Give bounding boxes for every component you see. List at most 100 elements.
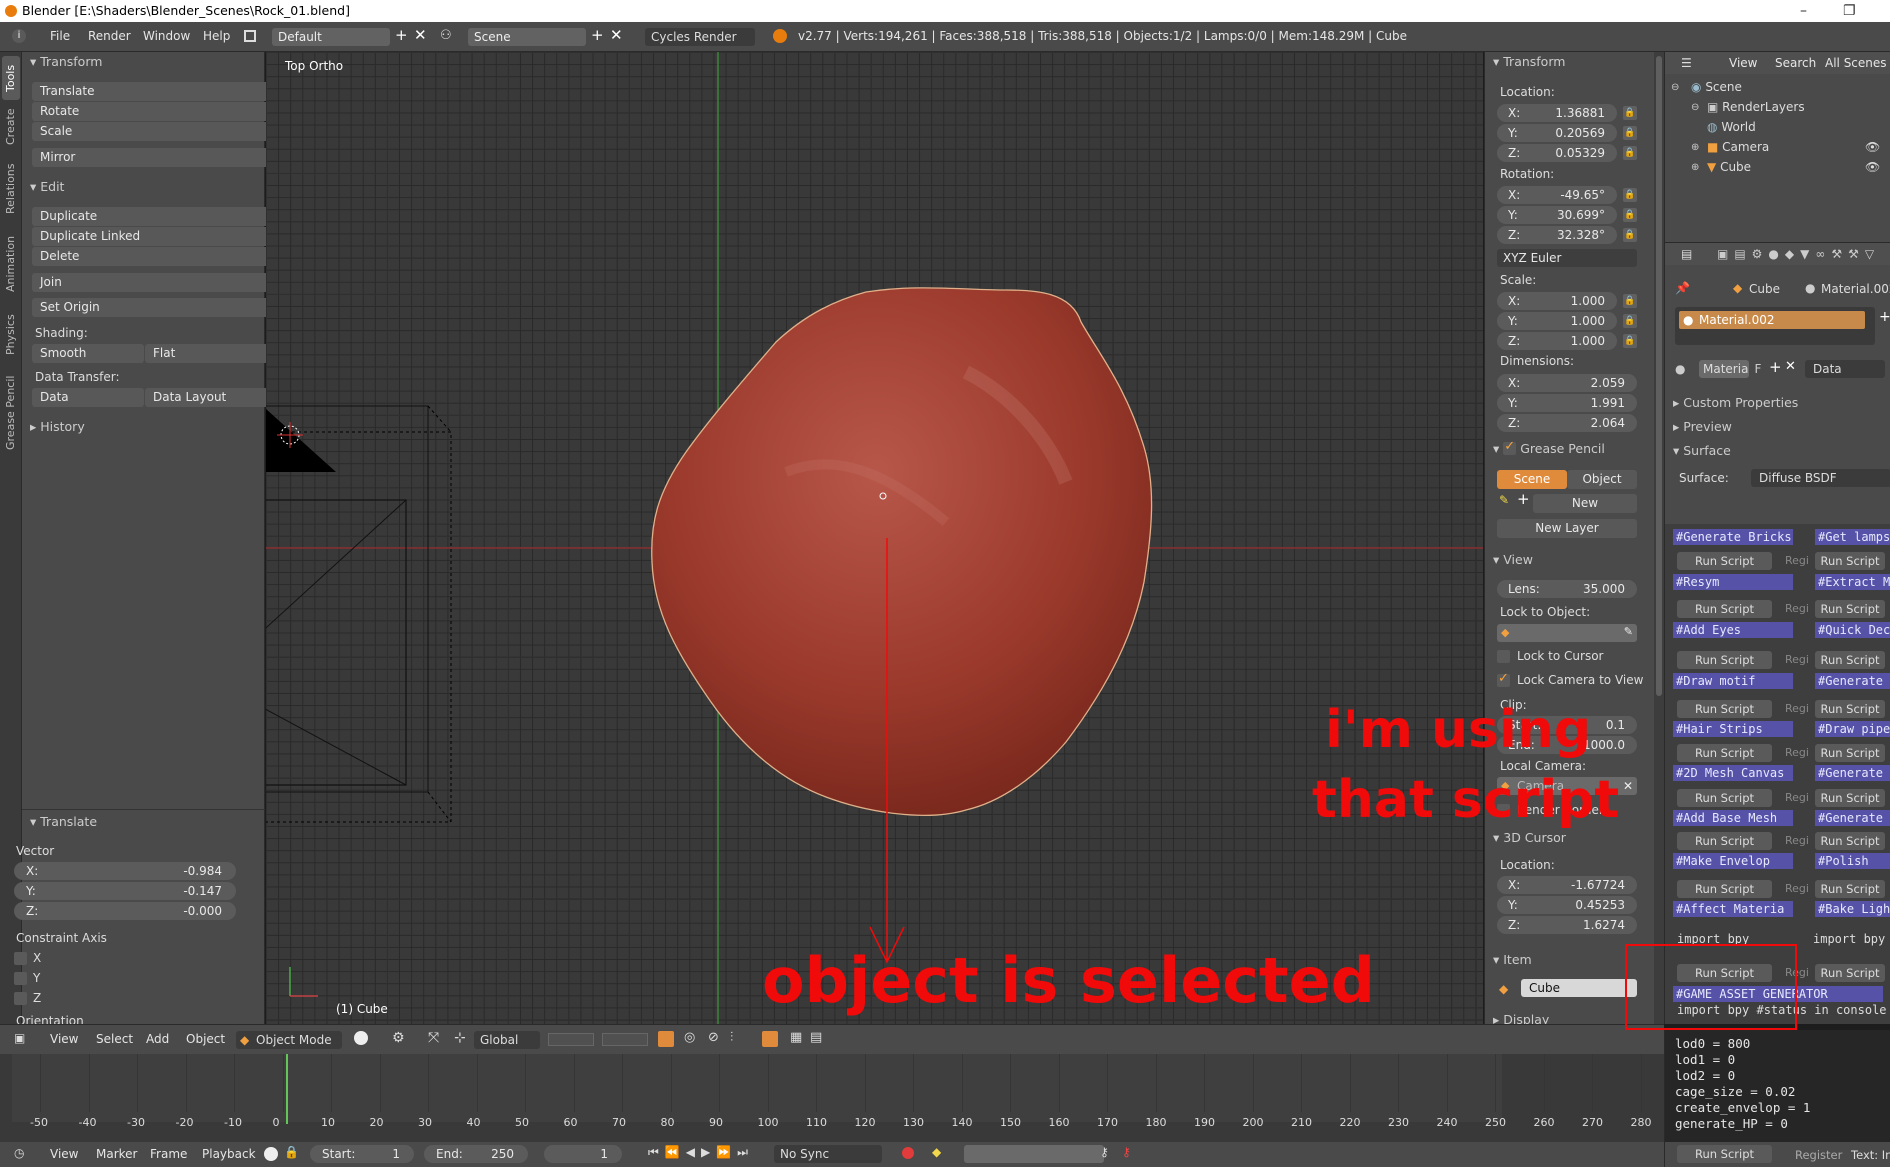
layout-field[interactable]: Default — [272, 28, 390, 46]
data-layout-button[interactable]: Data Layout — [145, 388, 276, 407]
mode-select[interactable]: ◆ Object Mode — [236, 1031, 342, 1049]
script-name-left[interactable]: #Add Base Mesh — [1673, 810, 1793, 826]
view-panel-header[interactable]: ▾ View — [1493, 552, 1533, 567]
lock-icon[interactable]: 🔒 — [1623, 334, 1637, 348]
auto-keyframe-icon[interactable] — [902, 1147, 914, 1159]
expand-icon[interactable]: ⊖ — [1691, 102, 1699, 113]
register-checkbox-label[interactable]: Regi — [1785, 653, 1809, 666]
world-item[interactable]: ◍ World — [1707, 120, 1756, 134]
info-editor-icon[interactable]: i — [12, 29, 26, 43]
insert-keyframe-icon[interactable]: ⚷ — [1100, 1145, 1109, 1159]
outliner-icon[interactable]: ☰ — [1681, 56, 1692, 70]
rotation-x-field[interactable]: X: -49.65° — [1497, 186, 1617, 204]
end-frame-field[interactable]: End: 250 — [424, 1145, 528, 1163]
gp-object-button[interactable]: Object — [1567, 470, 1637, 489]
lock-icon[interactable]: 🔒 — [1623, 228, 1637, 242]
transform-panel-header[interactable]: ▾ Transform — [30, 54, 102, 69]
script-name-left[interactable]: #2D Mesh Canvas — [1673, 765, 1793, 781]
transform-orientation-icon[interactable]: ⊹ — [454, 1030, 466, 1046]
outliner-all-scenes[interactable]: All Scenes — [1825, 56, 1887, 70]
run-script-button[interactable]: Run Script — [1677, 600, 1772, 618]
data-button[interactable]: Data — [32, 388, 144, 407]
tab-tools[interactable]: Tools — [2, 56, 20, 100]
viewport-shading-icon[interactable] — [354, 1031, 368, 1045]
expand-icon[interactable]: ⊖ — [1671, 82, 1679, 93]
eyedropper-icon[interactable]: ✎ — [1624, 625, 1633, 638]
add-scene-icon[interactable]: + — [591, 26, 604, 44]
scene-item[interactable]: ◉ Scene — [1691, 80, 1742, 94]
location-x-field[interactable]: X: 1.36881 — [1497, 104, 1617, 122]
preview-range-icon[interactable] — [264, 1147, 278, 1161]
lock-to-cursor-checkbox[interactable] — [1497, 650, 1510, 663]
history-panel-header[interactable]: ▸ History — [30, 419, 85, 434]
lens-field[interactable]: Lens: 35.000 — [1497, 580, 1637, 598]
join-button[interactable]: Join — [32, 273, 276, 292]
gp-new-button[interactable]: New — [1533, 494, 1637, 513]
operator-y-field[interactable]: Y: -0.147 — [14, 882, 236, 900]
rotation-z-field[interactable]: Z: 32.328° — [1497, 226, 1617, 244]
view3d-menu-object[interactable]: Object — [186, 1032, 225, 1046]
material-link-select[interactable]: Data — [1805, 360, 1885, 378]
console-run-script-button[interactable]: Run Script — [1677, 1145, 1772, 1163]
camera-item[interactable]: ■ Camera — [1707, 140, 1769, 154]
render-engine-select[interactable]: Cycles Render — [645, 28, 755, 46]
snap-target-icon[interactable]: ⫶ — [730, 1030, 733, 1045]
dimension-z-field[interactable]: Z: 2.064 — [1497, 414, 1637, 432]
item-panel-header[interactable]: ▾ Item — [1493, 952, 1532, 967]
delete-button[interactable]: Delete — [32, 247, 276, 266]
lock-icon[interactable]: 🔒 — [1623, 314, 1637, 328]
pencil-icon[interactable]: ✎ — [1499, 493, 1509, 507]
run-script-button[interactable]: Run Script — [1677, 700, 1772, 718]
menu-window[interactable]: Window — [143, 29, 190, 43]
scrollbar-thumb[interactable] — [1656, 56, 1662, 696]
3d-viewport[interactable]: Top Ortho (1) Cube — [266, 52, 1483, 1024]
run-script-button[interactable]: Run Script — [1677, 832, 1772, 850]
lock-icon[interactable]: 🔒 — [1623, 294, 1637, 308]
cursor-y-field[interactable]: Y: 0.45253 — [1497, 896, 1637, 914]
run-script-button[interactable]: Run Script — [1815, 600, 1885, 618]
shelf-scrollbar[interactable] — [1654, 52, 1664, 1024]
set-origin-button[interactable]: Set Origin — [32, 298, 276, 317]
script-name-right[interactable]: #Bake Light — [1815, 901, 1890, 917]
register-label[interactable]: Register — [1795, 1148, 1842, 1162]
playback-controls[interactable]: ⏮⏪◀▶⏩⏭ — [648, 1145, 754, 1160]
outliner-menu-search[interactable]: Search — [1775, 56, 1816, 70]
timeline-editor-icon[interactable]: ◷ — [14, 1146, 24, 1160]
run-script-button[interactable]: Run Script — [1815, 700, 1885, 718]
editor-type-icon[interactable]: ▣ — [14, 1031, 25, 1045]
minimize-button[interactable]: – — [1800, 0, 1807, 22]
constraint-z-checkbox[interactable] — [14, 992, 27, 1005]
duplicate-linked-button[interactable]: Duplicate Linked — [32, 227, 276, 246]
rotation-mode-select[interactable]: XYZ Euler — [1497, 249, 1637, 267]
timeline-menu-frame[interactable]: Frame — [150, 1147, 187, 1161]
render-preview-icon[interactable] — [762, 1031, 778, 1047]
run-script-button[interactable]: Run Script — [1677, 789, 1772, 807]
edit-panel-header[interactable]: ▾ Edit — [30, 179, 64, 194]
scene-icon[interactable]: ⚇ — [440, 28, 452, 43]
constraint-x-checkbox[interactable] — [14, 952, 27, 965]
scale-z-field[interactable]: Z: 1.000 — [1497, 332, 1617, 350]
grease-pencil-checkbox[interactable] — [1503, 439, 1517, 455]
item-name-field[interactable]: Cube — [1521, 979, 1637, 997]
location-z-field[interactable]: Z: 0.05329 — [1497, 144, 1617, 162]
manipulator-icon[interactable]: ⤧ — [428, 1030, 439, 1046]
script-name-right[interactable]: #Polish — [1815, 853, 1890, 869]
dimension-y-field[interactable]: Y: 1.991 — [1497, 394, 1637, 412]
lock-icon[interactable]: 🔒 — [1623, 208, 1637, 222]
run-script-button[interactable]: Run Script — [1815, 880, 1885, 898]
duplicate-button[interactable]: Duplicate — [32, 207, 276, 226]
delete-keyframe-icon[interactable]: ⚷ — [1122, 1145, 1131, 1159]
python-console[interactable]: lod0 = 800 lod1 = 0 lod2 = 0 cage_size =… — [1664, 1030, 1890, 1167]
properties-editor-icon[interactable]: ▤ — [1681, 247, 1692, 261]
material-slot-list[interactable]: ● Material.002 — [1675, 307, 1875, 345]
context-tabs-icons[interactable]: ▣▤⚙●◆▼∞⚒⚒▽ — [1717, 247, 1880, 261]
mirror-button[interactable]: Mirror — [32, 148, 276, 167]
view3d-menu-select[interactable]: Select — [96, 1032, 133, 1046]
clear-camera-icon[interactable]: ✕ — [1623, 777, 1633, 795]
lock-camera-checkbox[interactable] — [1497, 671, 1510, 687]
unlink-material-icon[interactable]: ✕ — [1785, 359, 1796, 374]
layer-buttons[interactable] — [548, 1033, 594, 1046]
tab-relations[interactable]: Relations — [2, 154, 20, 224]
operator-z-field[interactable]: Z: -0.000 — [14, 902, 236, 920]
tab-physics[interactable]: Physics — [2, 304, 20, 366]
